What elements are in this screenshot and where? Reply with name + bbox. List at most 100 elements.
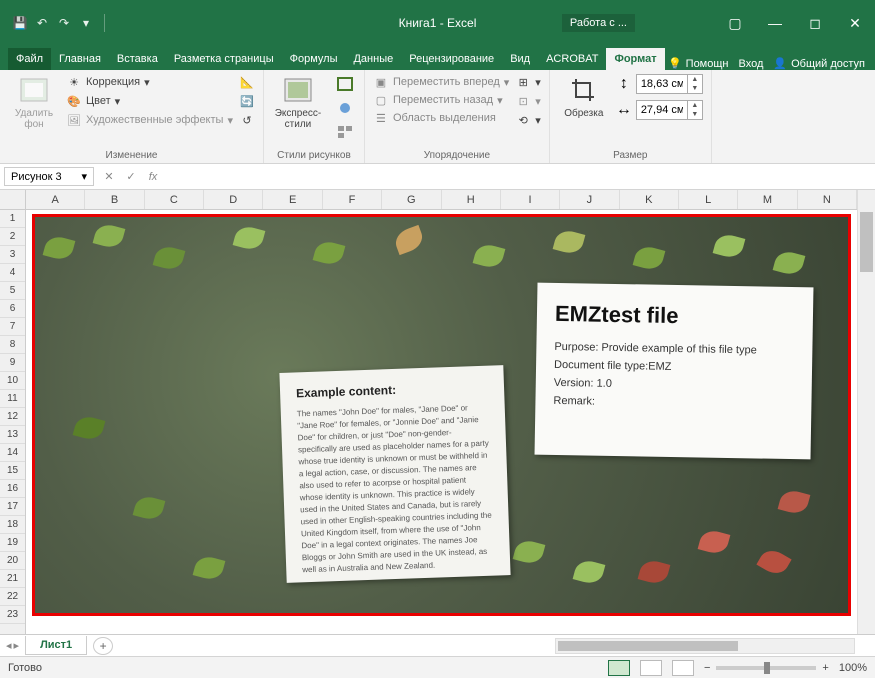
col-header[interactable]: C (145, 190, 204, 209)
height-input[interactable]: ▲▼ (636, 74, 703, 94)
row-header[interactable]: 10 (0, 372, 25, 390)
tab-view[interactable]: Вид (502, 48, 538, 70)
tab-review[interactable]: Рецензирование (401, 48, 502, 70)
zoom-level[interactable]: 100% (839, 662, 867, 674)
normal-view-button[interactable] (608, 660, 630, 676)
zoom-out-icon[interactable]: − (704, 662, 710, 674)
row-header[interactable]: 1 (0, 210, 25, 228)
row-header[interactable]: 21 (0, 570, 25, 588)
col-header[interactable]: N (798, 190, 857, 209)
save-icon[interactable]: 💾 (12, 15, 28, 31)
color-button[interactable]: 🎨Цвет ▾ (66, 93, 233, 109)
fx-icon[interactable]: fx (142, 171, 164, 183)
row-header[interactable]: 2 (0, 228, 25, 246)
cancel-formula-icon[interactable]: ✕ (98, 170, 120, 183)
col-header[interactable]: I (501, 190, 560, 209)
align-button[interactable]: ⊞▾ (515, 74, 541, 90)
row-header[interactable]: 11 (0, 390, 25, 408)
selection-pane-button[interactable]: ☰Область выделения (373, 110, 509, 126)
enter-formula-icon[interactable]: ✓ (120, 170, 142, 183)
row-header[interactable]: 19 (0, 534, 25, 552)
col-header[interactable]: A (26, 190, 85, 209)
horizontal-scrollbar[interactable] (555, 638, 855, 654)
minimize-icon[interactable]: — (755, 9, 795, 37)
select-all-corner[interactable] (0, 190, 26, 210)
row-header[interactable]: 3 (0, 246, 25, 264)
sheet-tab-1[interactable]: Лист1 (25, 636, 87, 655)
zoom-in-icon[interactable]: + (822, 662, 828, 674)
width-down[interactable]: ▼ (688, 110, 702, 119)
redo-icon[interactable]: ↷ (56, 15, 72, 31)
row-header[interactable]: 16 (0, 480, 25, 498)
qat-dropdown-icon[interactable]: ▾ (78, 15, 94, 31)
tab-format[interactable]: Формат (606, 48, 664, 70)
col-header[interactable]: J (560, 190, 619, 209)
name-box[interactable]: Рисунок 3▾ (4, 167, 94, 186)
sign-in[interactable]: Вход (739, 58, 764, 70)
col-header[interactable]: H (442, 190, 501, 209)
picture-layout-button[interactable] (334, 122, 356, 142)
tab-insert[interactable]: Вставка (109, 48, 166, 70)
sheet-nav[interactable]: ◂▸ (0, 639, 25, 652)
row-header[interactable]: 15 (0, 462, 25, 480)
row-header[interactable]: 17 (0, 498, 25, 516)
row-header[interactable]: 4 (0, 264, 25, 282)
row-header[interactable]: 12 (0, 408, 25, 426)
tab-data[interactable]: Данные (345, 48, 401, 70)
row-header[interactable]: 6 (0, 300, 25, 318)
rotate-button[interactable]: ⟲▾ (515, 112, 541, 128)
vertical-scrollbar[interactable] (857, 190, 875, 634)
col-header[interactable]: M (738, 190, 797, 209)
row-header[interactable]: 5 (0, 282, 25, 300)
bring-forward-button[interactable]: ▣Переместить вперед ▾ (373, 74, 509, 90)
tab-home[interactable]: Главная (51, 48, 109, 70)
height-field[interactable] (637, 78, 687, 90)
express-styles-button[interactable]: Экспресс-стили (272, 74, 324, 130)
width-up[interactable]: ▲ (688, 101, 702, 110)
ribbon-options-icon[interactable]: ▢ (715, 9, 755, 37)
inserted-picture[interactable]: Example content: The names "John Doe" fo… (32, 214, 851, 616)
col-header[interactable]: F (323, 190, 382, 209)
tab-page-layout[interactable]: Разметка страницы (166, 48, 282, 70)
col-header[interactable]: D (204, 190, 263, 209)
row-header[interactable]: 7 (0, 318, 25, 336)
corrections-button[interactable]: ☀Коррекция ▾ (66, 74, 233, 90)
row-header[interactable]: 22 (0, 588, 25, 606)
vscroll-thumb[interactable] (860, 212, 873, 272)
change-picture-button[interactable]: 🔄 (239, 93, 255, 109)
row-header[interactable]: 23 (0, 606, 25, 624)
maximize-icon[interactable]: ◻ (795, 9, 835, 37)
picture-border-button[interactable] (334, 74, 356, 94)
picture-effects-button[interactable] (334, 98, 356, 118)
row-header[interactable]: 18 (0, 516, 25, 534)
tab-file[interactable]: Файл (8, 48, 51, 70)
zoom-slider[interactable]: − + (704, 662, 829, 674)
add-sheet-button[interactable]: + (93, 637, 113, 655)
col-header[interactable]: E (263, 190, 322, 209)
close-icon[interactable]: ✕ (835, 9, 875, 37)
row-header[interactable]: 14 (0, 444, 25, 462)
send-backward-button[interactable]: ▢Переместить назад ▾ (373, 92, 509, 108)
col-header[interactable]: L (679, 190, 738, 209)
worksheet-grid[interactable]: A B C D E F G H I J K L M N 1 2 3 4 5 6 … (0, 190, 875, 634)
col-header[interactable]: B (85, 190, 144, 209)
height-down[interactable]: ▼ (688, 84, 702, 93)
width-field[interactable] (637, 104, 687, 116)
col-header[interactable]: K (620, 190, 679, 209)
reset-picture-button[interactable]: ↺ (239, 112, 255, 128)
compress-button[interactable]: 📐 (239, 74, 255, 90)
row-header[interactable]: 9 (0, 354, 25, 372)
page-layout-view-button[interactable] (640, 660, 662, 676)
tab-acrobat[interactable]: ACROBAT (538, 48, 606, 70)
cells-area[interactable]: Example content: The names "John Doe" fo… (26, 210, 857, 634)
col-header[interactable]: G (382, 190, 441, 209)
row-header[interactable]: 8 (0, 336, 25, 354)
row-header[interactable]: 20 (0, 552, 25, 570)
zoom-thumb[interactable] (764, 662, 770, 674)
row-header[interactable]: 13 (0, 426, 25, 444)
undo-icon[interactable]: ↶ (34, 15, 50, 31)
height-up[interactable]: ▲ (688, 75, 702, 84)
hscroll-thumb[interactable] (558, 641, 738, 651)
share-button[interactable]: 👤Общий доступ (773, 57, 865, 70)
tab-formulas[interactable]: Формулы (282, 48, 346, 70)
